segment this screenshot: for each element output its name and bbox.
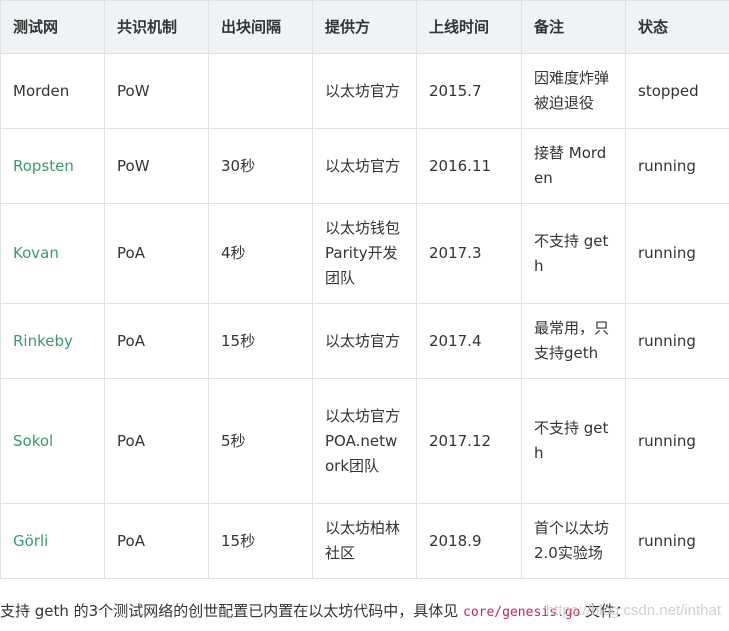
provider-cell: 以太坊钱包Parity开发团队 [312,203,417,304]
launch-cell: 2017.12 [416,378,522,504]
table-row: Kovan PoA 4秒 以太坊钱包Parity开发团队 2017.3 不支持 … [0,203,729,304]
launch-cell: 2015.7 [416,53,522,129]
table-row: Sokol PoA 5秒 以太坊官方 POA.network团队 2017.12… [0,378,729,504]
table-row: Morden PoW 以太坊官方 2015.7 因难度炸弹被迫退役 stoppe… [0,53,729,129]
consensus-cell: PoA [104,378,209,504]
table-header-row: 测试网 共识机制 出块间隔 提供方 上线时间 备注 状态 [0,0,729,54]
provider-cell: 以太坊官方 [312,303,417,379]
note-cell: 因难度炸弹被迫退役 [521,53,626,129]
launch-cell: 2017.4 [416,303,522,379]
provider-cell: 以太坊柏林社区 [312,503,417,579]
provider-cell: 以太坊官方 [312,53,417,129]
status-cell: running [625,503,729,579]
interval-cell: 5秒 [208,378,313,504]
status-cell: stopped [625,53,729,129]
consensus-cell: PoA [104,303,209,379]
interval-cell: 30秒 [208,128,313,204]
testnet-name-link[interactable]: Rinkeby [0,303,105,379]
provider-cell: 以太坊官方 POA.network团队 [312,378,417,504]
status-cell: running [625,303,729,379]
table-row: Rinkeby PoA 15秒 以太坊官方 2017.4 最常用，只支持geth… [0,303,729,379]
header-note: 备注 [521,0,626,54]
interval-cell: 15秒 [208,503,313,579]
launch-cell: 2016.11 [416,128,522,204]
launch-cell: 2018.9 [416,503,522,579]
status-cell: running [625,203,729,304]
note-cell: 首个以太坊2.0实验场 [521,503,626,579]
launch-cell: 2017.3 [416,203,522,304]
testnet-name-link[interactable]: Sokol [0,378,105,504]
testnet-name: Morden [0,53,105,129]
header-consensus: 共识机制 [104,0,209,54]
consensus-cell: PoW [104,53,209,129]
testnet-table: 测试网 共识机制 出块间隔 提供方 上线时间 备注 状态 Morden PoW … [0,0,729,579]
testnet-name-link[interactable]: Ropsten [0,128,105,204]
note-cell: 最常用，只支持geth [521,303,626,379]
table-row: Ropsten PoW 30秒 以太坊官方 2016.11 接替 Morden … [0,128,729,204]
table-row: Görli PoA 15秒 以太坊柏林社区 2018.9 首个以太坊2.0实验场… [0,503,729,579]
header-status: 状态 [625,0,729,54]
status-cell: running [625,378,729,504]
interval-cell [208,53,313,129]
note-cell: 不支持 geth [521,203,626,304]
footer-text: 支持 geth 的3个测试网络的创世配置已内置在以太坊代码中，具体见 [0,602,463,620]
interval-cell: 15秒 [208,303,313,379]
note-cell: 不支持 geth [521,378,626,504]
header-provider: 提供方 [312,0,417,54]
watermark: https://blog.csdn.net/inthat [545,602,721,619]
note-cell: 接替 Morden [521,128,626,204]
header-block-interval: 出块间隔 [208,0,313,54]
header-testnet: 测试网 [0,0,105,54]
consensus-cell: PoW [104,128,209,204]
interval-cell: 4秒 [208,203,313,304]
consensus-cell: PoA [104,203,209,304]
consensus-cell: PoA [104,503,209,579]
testnet-name-link[interactable]: Kovan [0,203,105,304]
testnet-name-link[interactable]: Görli [0,503,105,579]
header-launch-time: 上线时间 [416,0,522,54]
provider-cell: 以太坊官方 [312,128,417,204]
status-cell: running [625,128,729,204]
